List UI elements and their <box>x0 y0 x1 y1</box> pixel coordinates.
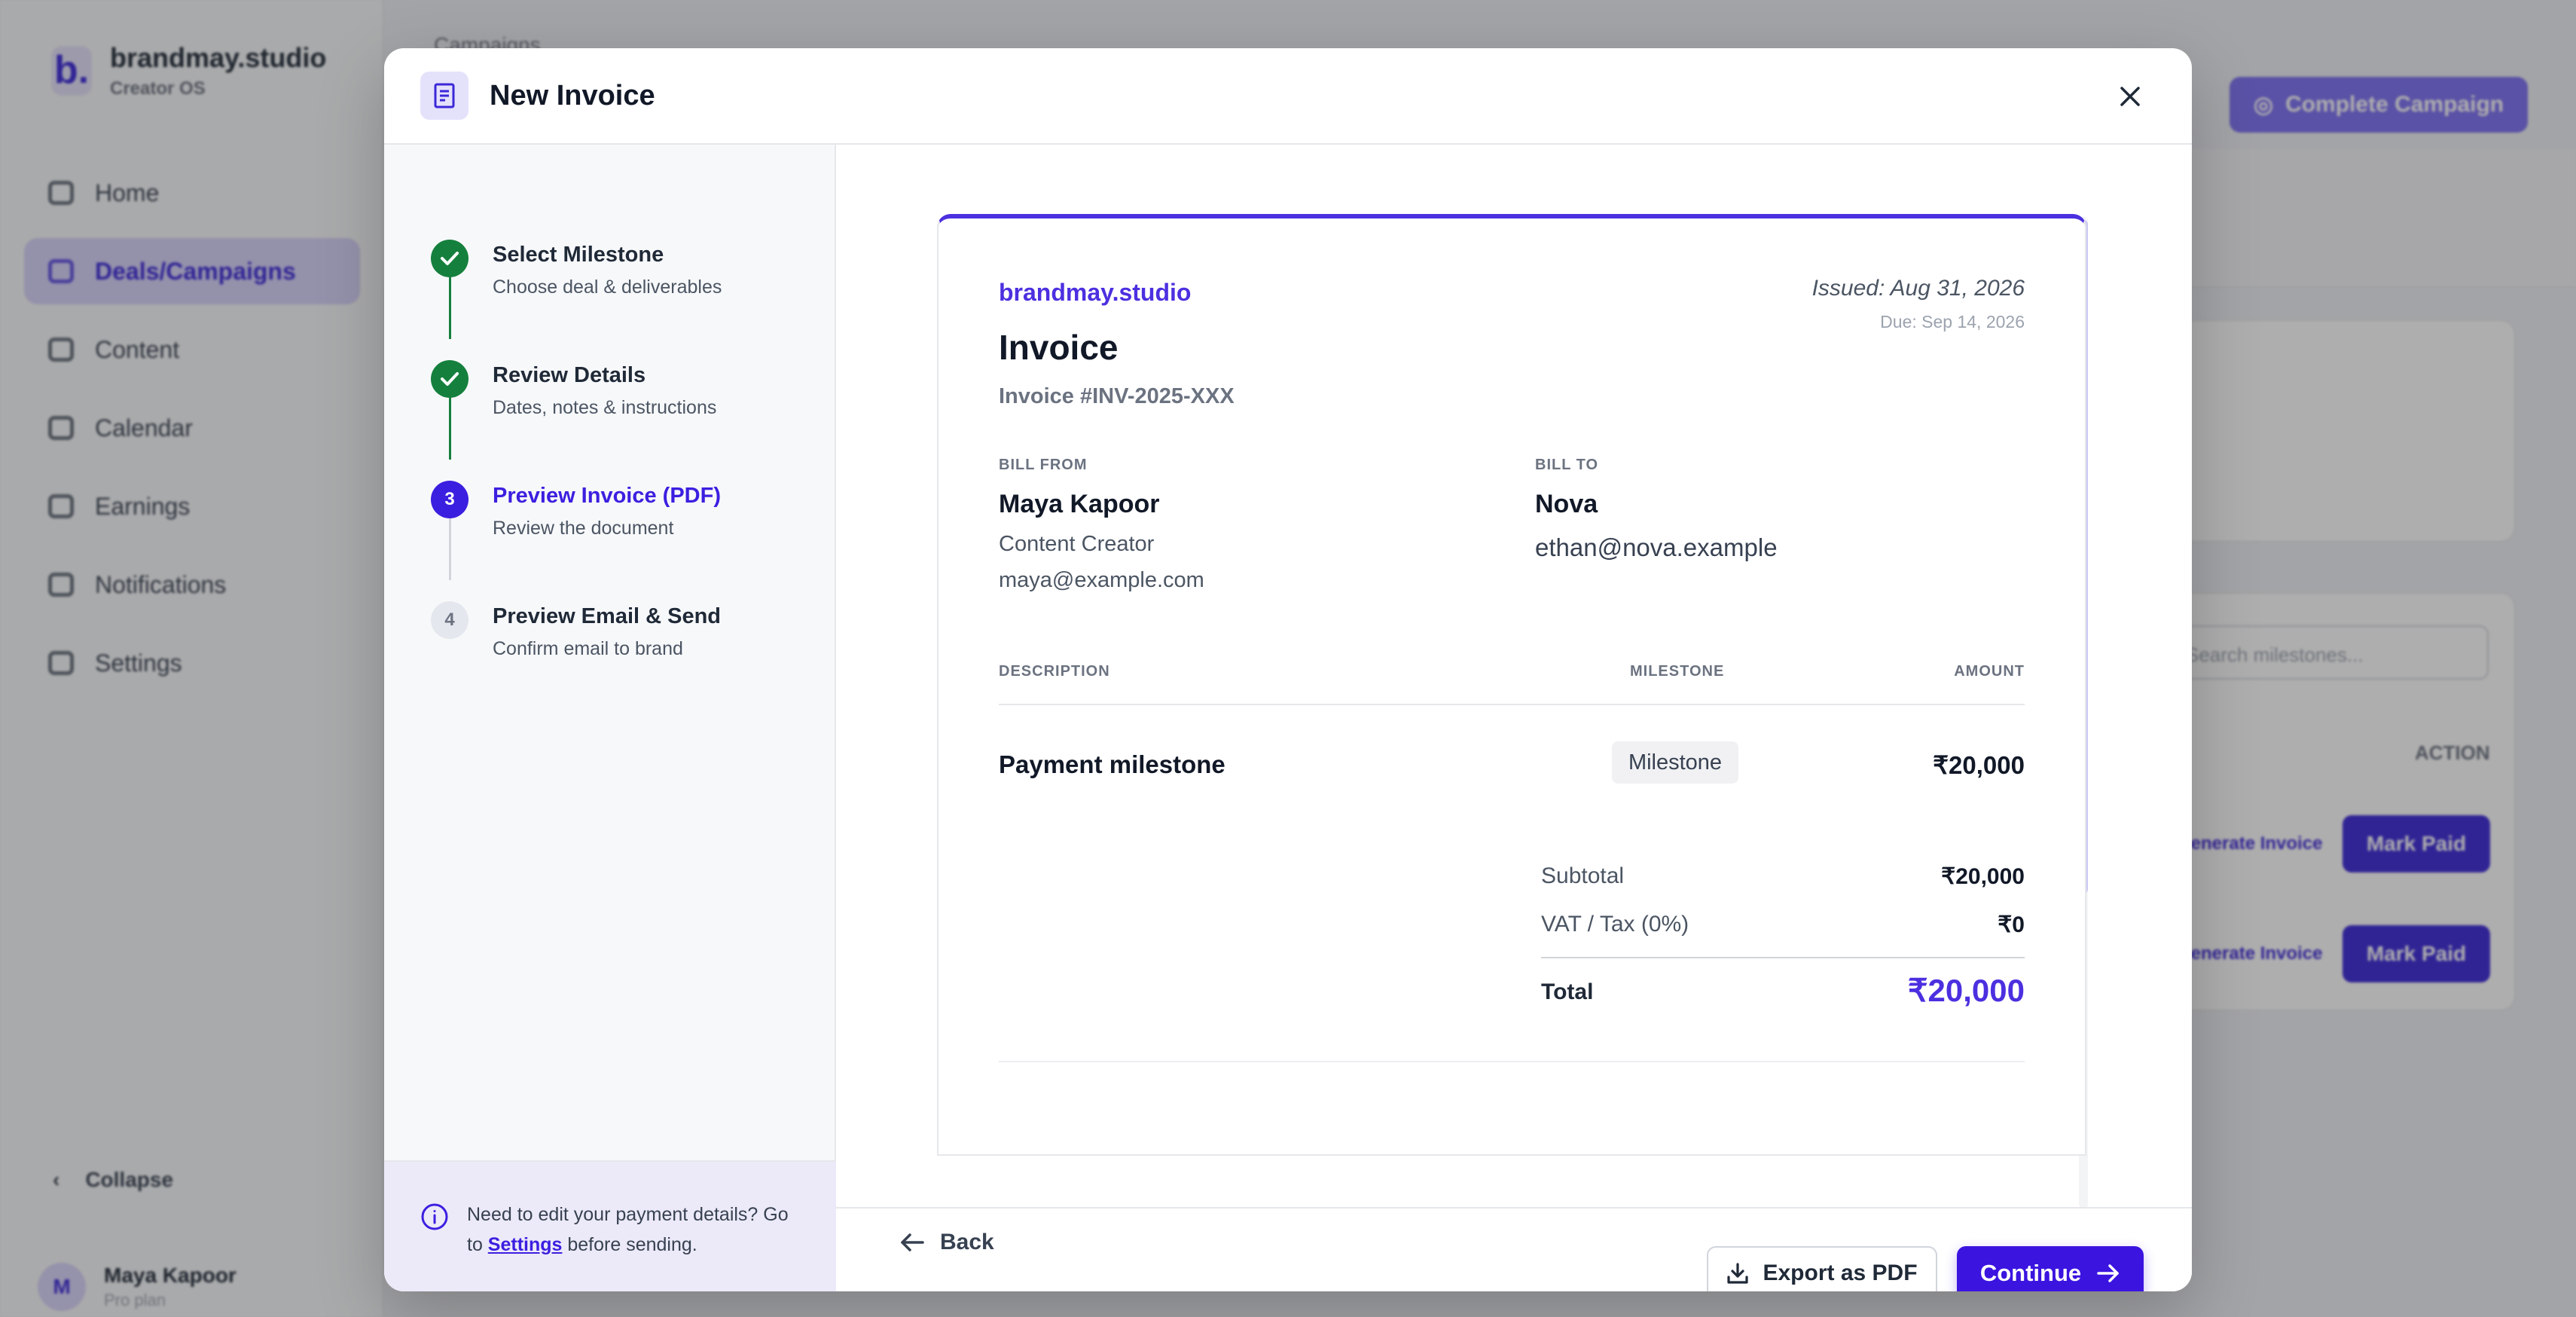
subtotal-label: Subtotal <box>1541 863 1625 888</box>
to-email: ethan@nova.example <box>1535 533 1778 561</box>
step-select-milestone[interactable]: Select Milestone Choose deal & deliverab… <box>431 240 722 298</box>
check-icon <box>431 240 469 277</box>
steps-panel: Select Milestone Choose deal & deliverab… <box>384 145 836 1291</box>
step-subtitle: Confirm email to brand <box>493 638 683 659</box>
bill-to-label: BILL TO <box>1535 457 1599 473</box>
download-icon <box>1727 1263 1749 1284</box>
issued-date: Issued: Aug 31, 2026 <box>1811 276 2025 301</box>
arrow-left-icon <box>901 1233 924 1251</box>
bill-from-label: BILL FROM <box>999 457 1088 473</box>
receipt-icon <box>420 72 469 120</box>
step-subtitle: Dates, notes & instructions <box>493 397 717 418</box>
step-title: Select Milestone <box>493 243 664 267</box>
column-milestone: MILESTONE <box>1630 663 1725 680</box>
subtotal-value: ₹20,000 <box>1941 864 2025 889</box>
divider <box>999 1061 2025 1062</box>
export-pdf-button[interactable]: Export as PDF <box>1707 1246 1937 1291</box>
column-description: DESCRIPTION <box>999 663 1110 680</box>
step-review-details[interactable]: Review Details Dates, notes & instructio… <box>431 360 716 419</box>
step-title: Preview Invoice (PDF) <box>493 484 721 508</box>
tax-value: ₹0 <box>1998 912 2025 937</box>
back-button[interactable]: Back <box>899 1230 994 1255</box>
column-amount: AMOUNT <box>1954 663 2025 680</box>
milestone-badge: Milestone <box>1612 741 1738 784</box>
line-item-amount: ₹20,000 <box>1933 751 2025 779</box>
invoice-number: Invoice #INV-2025-XXX <box>999 384 1235 408</box>
step-number: 3 <box>431 481 469 518</box>
step-preview-invoice[interactable]: 3 Preview Invoice (PDF) Review the docum… <box>431 481 721 539</box>
due-date: Due: Sep 14, 2026 <box>1880 312 2025 332</box>
to-name: Nova <box>1535 490 1598 518</box>
step-subtitle: Choose deal & deliverables <box>493 277 722 298</box>
export-label: Export as PDF <box>1763 1260 1918 1285</box>
continue-label: Continue <box>1979 1260 2082 1286</box>
modal-footer: Back Export as PDF Continue <box>836 1207 2192 1291</box>
line-item-description: Payment milestone <box>999 750 1225 778</box>
check-icon <box>431 360 469 398</box>
modal-title: New Invoice <box>490 79 655 112</box>
help-note: Need to edit your payment details? Go to… <box>384 1160 836 1291</box>
continue-button[interactable]: Continue <box>1957 1246 2144 1291</box>
step-number: 4 <box>431 601 469 639</box>
divider <box>1541 957 2025 958</box>
tax-label: VAT / Tax (0%) <box>1541 912 1689 937</box>
invoice-preview[interactable]: brandmay.studio Issued: Aug 31, 2026 Due… <box>836 145 2192 1207</box>
total-label: Total <box>1541 979 1594 1004</box>
total-value: ₹20,000 <box>1907 973 2025 1008</box>
from-role: Content Creator <box>999 532 1155 556</box>
modal-header: New Invoice <box>384 48 2192 145</box>
step-preview-email[interactable]: 4 Preview Email & Send Confirm email to … <box>431 601 721 660</box>
step-title: Preview Email & Send <box>493 604 722 628</box>
info-icon <box>421 1203 448 1230</box>
divider <box>999 704 2025 705</box>
from-email: maya@example.com <box>999 568 1204 592</box>
step-subtitle: Review the document <box>493 518 674 539</box>
settings-link[interactable]: Settings <box>488 1234 563 1255</box>
from-name: Maya Kapoor <box>999 490 1160 518</box>
close-button[interactable] <box>2112 78 2148 115</box>
new-invoice-modal: New Invoice Select Milestone Choose deal… <box>384 48 2192 1291</box>
close-icon <box>2120 87 2140 106</box>
invoice-brand: brandmay.studio <box>999 279 1192 306</box>
invoice-document: brandmay.studio Issued: Aug 31, 2026 Due… <box>937 214 2086 1156</box>
help-text: before sending. <box>562 1234 697 1255</box>
step-title: Review Details <box>493 363 646 387</box>
invoice-title: Invoice <box>999 328 1119 367</box>
arrow-right-icon <box>2097 1264 2119 1282</box>
back-label: Back <box>940 1230 994 1254</box>
